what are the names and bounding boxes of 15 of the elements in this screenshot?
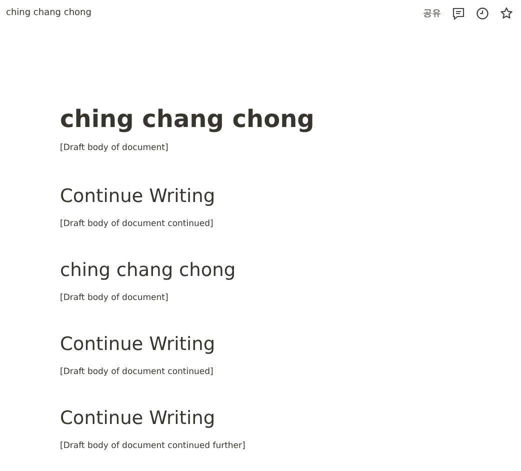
section-heading: Continue Writing [60, 185, 216, 209]
body-text: [Draft body of document continued] [60, 366, 214, 378]
document-title: ching chang chong [60, 104, 316, 134]
comment-icon[interactable] [452, 6, 465, 20]
share-button[interactable]: 공유 [423, 6, 441, 20]
body-text: [Draft body of document continued further] [60, 440, 246, 452]
section-heading: Continue Writing [60, 333, 216, 357]
page-title[interactable]: ching chang chong [6, 8, 92, 18]
clock-icon[interactable] [476, 6, 489, 20]
star-icon[interactable] [500, 6, 513, 20]
section-heading: ching chang chong [60, 259, 237, 283]
body-text: [Draft body of document] [60, 142, 170, 154]
body-text: [Draft body of document] [60, 292, 170, 304]
section-heading: Continue Writing [60, 407, 216, 431]
body-text: [Draft body of document continued] [60, 218, 214, 230]
